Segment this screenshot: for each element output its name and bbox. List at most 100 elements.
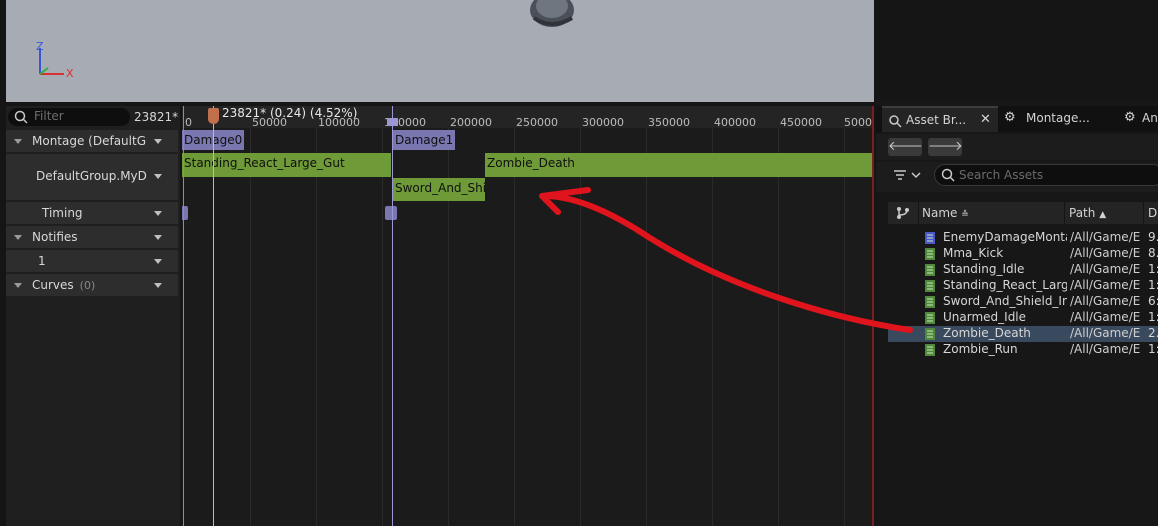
asset-row[interactable]: Standing_Idle/All/Game/E 1:: [888, 262, 1158, 278]
timing-marker[interactable]: [385, 206, 397, 220]
track-panel: Filter 23821* Montage (DefaultG DefaultG…: [6, 106, 180, 526]
chevron-down-icon[interactable]: [154, 211, 162, 216]
ruler-tick: 400000: [714, 116, 756, 129]
animation-asset-icon: [925, 344, 935, 356]
gear-icon: ⚙: [1004, 110, 1016, 125]
asset-path: /All/Game/E: [1070, 310, 1141, 324]
asset-name: EnemyDamageMonta: [943, 230, 1067, 244]
notify-track-label: 1: [38, 254, 46, 268]
history-nav: 🡐 🡒: [876, 134, 1158, 160]
filter-placeholder: Filter: [34, 109, 64, 123]
axis-x-label: X: [66, 67, 74, 80]
curves-track-row[interactable]: Curves (0): [6, 274, 178, 296]
panel-tabbar: Asset Br... ✕ ⚙ Montage... ⚙ An: [876, 106, 1158, 132]
section-damage1[interactable]: Damage1: [393, 130, 455, 150]
ruler-tick: 450000: [780, 116, 822, 129]
asset-row[interactable]: EnemyDamageMonta/All/Game/E 9.: [888, 230, 1158, 246]
asset-d-value: 1:: [1148, 262, 1158, 276]
curves-track-label-wrap: Curves (0): [32, 278, 95, 292]
segment-sword-shield[interactable]: Sword_And_Shi: [393, 178, 485, 201]
asset-row[interactable]: Unarmed_Idle/All/Game/E 1:: [888, 310, 1158, 326]
asset-d-value: 1:: [1148, 278, 1158, 292]
montage-track-label: Montage (DefaultG: [32, 134, 146, 148]
preview-viewport[interactable]: Z X: [6, 0, 874, 102]
asset-name: Zombie_Run: [943, 342, 1018, 356]
ruler-tick: 350000: [648, 116, 690, 129]
forward-button[interactable]: 🡒: [928, 138, 963, 156]
asset-row[interactable]: Mma_Kick/All/Game/E 8.: [888, 246, 1158, 262]
asset-name: Sword_And_Shield_In: [943, 294, 1067, 308]
tab-label: An: [1142, 111, 1158, 125]
asset-row[interactable]: Zombie_Run/All/Game/E 1:: [888, 342, 1158, 358]
slot-track-label: DefaultGroup.MyD: [36, 169, 147, 183]
column-path-label: Path: [1069, 206, 1096, 220]
segment-zombie-death[interactable]: Zombie_Death: [485, 153, 874, 177]
expand-arrow-icon[interactable]: [14, 235, 22, 240]
asset-name: Unarmed_Idle: [943, 310, 1027, 324]
ruler-tick: 0: [185, 116, 192, 129]
asset-path: /All/Game/E: [1070, 246, 1141, 260]
curves-count: (0): [79, 279, 96, 292]
animation-asset-icon: [925, 296, 935, 308]
chevron-down-icon[interactable]: [154, 283, 162, 288]
tab-montage[interactable]: ⚙ Montage...: [1004, 106, 1114, 132]
section-head-marker[interactable]: [387, 118, 398, 126]
asset-name: Mma_Kick: [943, 246, 1004, 260]
timing-track-label: Timing: [42, 206, 83, 220]
chevron-down-icon[interactable]: [154, 174, 162, 179]
ruler-tick: 500000: [844, 116, 874, 129]
column-name-label: Name: [922, 206, 958, 220]
asset-name: Standing_Idle: [943, 262, 1025, 276]
notify-track-1-row[interactable]: 1: [6, 250, 178, 272]
asset-row[interactable]: Sword_And_Shield_In/All/Game/E 6:: [888, 294, 1158, 310]
animation-asset-icon: [925, 264, 935, 276]
column-d[interactable]: D: [1148, 206, 1157, 220]
expand-arrow-icon[interactable]: [14, 283, 22, 288]
timing-track-row[interactable]: Timing: [6, 202, 178, 224]
asset-d-value: 1:: [1148, 342, 1158, 356]
chevron-down-icon[interactable]: [154, 259, 162, 264]
playhead-handle[interactable]: [208, 108, 219, 124]
asset-path: /All/Game/E: [1070, 278, 1141, 292]
asset-d-value: 1:: [1148, 310, 1158, 324]
close-icon[interactable]: ✕: [980, 112, 991, 127]
column-header: Name ≙ Path ▲ D: [888, 202, 1158, 224]
chevron-down-icon[interactable]: [154, 139, 162, 144]
tab-asset-browser[interactable]: Asset Br... ✕: [882, 106, 998, 132]
gear-icon: ⚙: [1124, 110, 1136, 125]
ruler-tick: 250000: [516, 116, 558, 129]
sort-ascending-icon: ▲: [1099, 210, 1107, 220]
montage-track-row[interactable]: Montage (DefaultG: [6, 130, 178, 152]
column-path[interactable]: Path ▲: [1069, 206, 1106, 220]
tab-anim[interactable]: ⚙ An: [1122, 106, 1158, 132]
asset-name: Zombie_Death: [943, 326, 1031, 340]
asset-path: /All/Game/E: [1070, 326, 1141, 340]
animation-asset-icon: [925, 248, 935, 260]
ruler-tick: 200000: [450, 116, 492, 129]
frame-count: 23821*: [134, 110, 179, 124]
search-assets-input[interactable]: Search Assets: [934, 164, 1158, 186]
search-icon: [941, 168, 955, 182]
search-placeholder: Search Assets: [959, 168, 1044, 182]
back-button[interactable]: 🡐: [888, 138, 923, 156]
filter-input[interactable]: Filter: [8, 108, 130, 126]
column-name[interactable]: Name ≙: [922, 206, 969, 220]
slot-track-row[interactable]: DefaultGroup.MyD: [6, 154, 178, 200]
grid-line: [514, 128, 515, 526]
expand-arrow-icon[interactable]: [14, 139, 22, 144]
asset-row[interactable]: Standing_React_Large/All/Game/E 1:: [888, 278, 1158, 294]
animation-asset-icon: [925, 280, 935, 292]
asset-row[interactable]: Zombie_Death/All/Game/E 2.: [888, 326, 1158, 342]
playhead-label: 23821* (0.24) (4.52%): [222, 106, 358, 120]
character-mesh: [530, 0, 574, 27]
chevron-down-icon[interactable]: [154, 235, 162, 240]
tab-label: Montage...: [1026, 111, 1090, 125]
grid-line: [382, 128, 383, 526]
grid-line: [316, 128, 317, 526]
asset-name: Standing_React_Large: [943, 278, 1067, 292]
notifies-track-row[interactable]: Notifies: [6, 226, 178, 248]
axis-gizmo: Z X: [36, 40, 74, 80]
start-line: [183, 106, 184, 526]
column-separator: [1064, 202, 1065, 224]
search-icon: [14, 110, 28, 124]
